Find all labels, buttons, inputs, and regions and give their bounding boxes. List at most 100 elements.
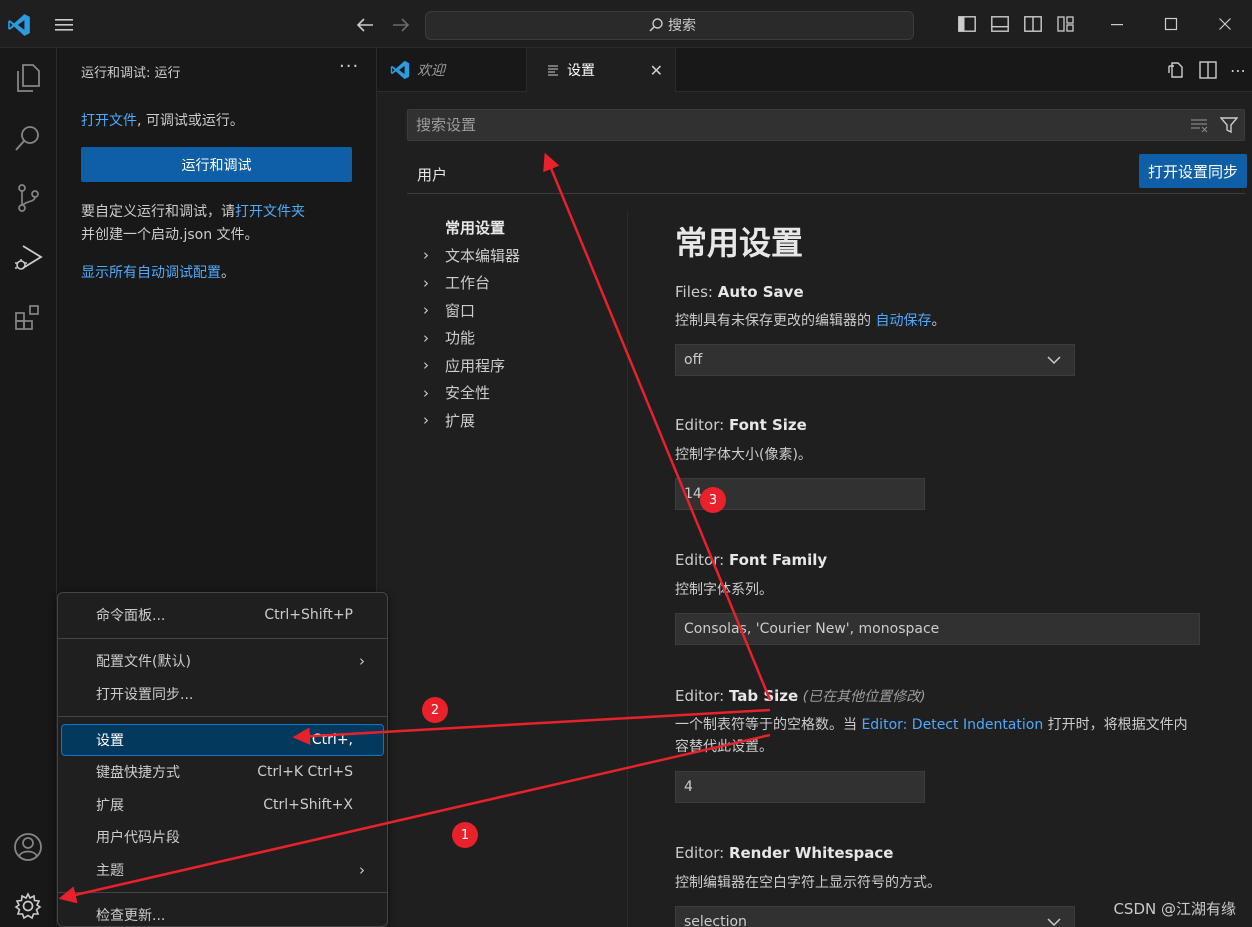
chevron-right-icon: › (423, 301, 429, 320)
step-badge-1: 1 (452, 822, 478, 848)
setting-label-render-whitespace: Editor: Render Whitespace (675, 844, 894, 862)
menu-item-command-palette[interactable]: 命令面板... Ctrl+Shift+P (62, 600, 383, 630)
chevron-right-icon: › (359, 652, 365, 670)
menu-item-user-snippets[interactable]: 用户代码片段 (62, 822, 383, 852)
run-and-debug-button[interactable]: 运行和调试 (81, 147, 352, 182)
toc-item[interactable]: › 扩展 (417, 407, 627, 435)
arrow-left-icon[interactable] (353, 12, 379, 38)
manage-context-menu: 命令面板... Ctrl+Shift+P 配置文件(默认) › 打开设置同步..… (57, 592, 388, 927)
extensions-icon[interactable] (8, 298, 48, 338)
maximize-icon[interactable] (1144, 0, 1198, 48)
menu-item-settings-sync[interactable]: 打开设置同步... (62, 679, 383, 709)
toggle-primary-sidebar-icon[interactable] (950, 0, 983, 48)
shortcut-label: Ctrl+Shift+P (264, 607, 353, 623)
auto-save-select[interactable]: off (675, 344, 1075, 376)
menu-item-extensions[interactable]: 扩展 Ctrl+Shift+X (62, 790, 383, 820)
filter-icon[interactable] (1220, 116, 1238, 134)
detect-indentation-link[interactable]: Editor: Detect Indentation (861, 717, 1043, 733)
tab-settings-label: 设置 (567, 63, 595, 79)
auto-save-link[interactable]: 自动保存 (875, 313, 931, 329)
customize-hint-line2: 并创建一个启动.json 文件。 (81, 227, 259, 243)
render-whitespace-select[interactable]: selection (675, 906, 1075, 927)
menu-separator (58, 716, 387, 717)
minimize-icon[interactable] (1090, 0, 1144, 48)
open-file-link[interactable]: 打开文件 (81, 113, 137, 129)
explorer-icon[interactable] (8, 58, 48, 98)
shortcut-label: Ctrl+, (311, 732, 353, 748)
title-bar-actions (950, 0, 1252, 48)
vscode-logo-icon (8, 14, 30, 36)
setting-desc-tab-size: 一个制表符等于的空格数。当 Editor: Detect Indentation… (675, 717, 1188, 755)
toc-item[interactable]: › 安全性 (417, 379, 627, 407)
tab-welcome[interactable]: 欢迎 (377, 48, 527, 92)
tab-size-input[interactable]: 4 (675, 771, 925, 803)
settings-toc: 常用设置 › 文本编辑器 › 工作台 › 窗口 › 功能 › 应用程序 › 安全性 › 扩展 (417, 214, 627, 434)
chevron-down-icon (1047, 918, 1061, 927)
accounts-icon[interactable] (8, 827, 48, 867)
menu-separator (58, 892, 387, 893)
toc-item-common[interactable]: 常用设置 (417, 214, 627, 242)
step-badge-3: 3 (700, 487, 726, 513)
chevron-right-icon: › (423, 411, 429, 430)
toc-item[interactable]: › 功能 (417, 324, 627, 352)
toc-item[interactable]: › 应用程序 (417, 352, 627, 380)
menu-item-keyboard-shortcuts[interactable]: 键盘快捷方式 Ctrl+K Ctrl+S (62, 757, 383, 787)
menu-separator (58, 638, 387, 639)
open-file-hint: 打开文件, 可调试或运行。 (81, 113, 244, 129)
more-actions-icon[interactable]: ⋯ (1230, 61, 1246, 80)
menu-item-profile[interactable]: 配置文件(默认) › (62, 646, 383, 676)
hamburger-menu-icon[interactable] (50, 12, 78, 38)
run-and-debug-icon[interactable] (8, 238, 48, 278)
menu-item-settings[interactable]: 设置 Ctrl+, (61, 724, 384, 756)
setting-desc-render-whitespace: 控制编辑器在空白字符上显示符号的方式。 (675, 875, 941, 891)
toggle-secondary-sidebar-icon[interactable] (1016, 0, 1049, 48)
menu-item-check-updates[interactable]: 检查更新... (62, 900, 383, 927)
modified-elsewhere-note: (已在其他位置修改) (798, 689, 926, 705)
menu-item-themes[interactable]: 主题 › (62, 855, 383, 885)
search-icon (649, 18, 663, 32)
arrow-right-icon[interactable] (387, 12, 413, 38)
editor-tabs: 欢迎 设置 ✕ ⋯ (377, 48, 1252, 92)
split-editor-icon[interactable] (1198, 60, 1218, 80)
toc-item[interactable]: › 工作台 (417, 269, 627, 297)
search-view-icon[interactable] (8, 118, 48, 158)
watermark: CSDN @江湖有缘 (1113, 900, 1236, 918)
setting-label-tab-size: Editor: Tab Size (已在其他位置修改) (675, 687, 926, 705)
setting-desc-font-family: 控制字体系列。 (675, 582, 773, 598)
sidebar-title: 运行和调试: 运行 (81, 66, 181, 81)
section-title: 常用设置 (675, 224, 804, 262)
toc-item[interactable]: › 文本编辑器 (417, 242, 627, 270)
clear-filter-icon[interactable] (1190, 116, 1210, 134)
command-center-text: 搜索 (668, 18, 696, 34)
tab-settings[interactable]: 设置 ✕ (527, 48, 676, 92)
more-actions-icon[interactable]: ··· (339, 56, 359, 77)
close-window-icon[interactable] (1198, 0, 1252, 48)
font-family-input[interactable]: Consolas, 'Courier New', monospace (675, 613, 1200, 645)
manage-gear-icon[interactable] (8, 886, 48, 926)
step-badge-2: 2 (422, 697, 448, 723)
vscode-logo-icon (390, 60, 410, 80)
setting-desc-auto-save: 控制具有未保存更改的编辑器的 自动保存。 (675, 313, 946, 329)
chevron-right-icon: › (359, 861, 365, 879)
open-settings-json-icon[interactable] (1166, 60, 1186, 80)
open-settings-sync-button[interactable]: 打开设置同步 (1139, 154, 1247, 188)
close-icon[interactable]: ✕ (650, 61, 663, 80)
show-auto-debug-link[interactable]: 显示所有自动调试配置 (81, 265, 221, 281)
toggle-panel-icon[interactable] (983, 0, 1016, 48)
settings-search-input[interactable] (408, 110, 1244, 140)
chevron-right-icon: › (423, 383, 429, 402)
activity-bar (0, 48, 57, 927)
chevron-right-icon: › (423, 328, 429, 347)
chevron-right-icon: › (423, 246, 429, 265)
source-control-icon[interactable] (8, 178, 48, 218)
toc-item[interactable]: › 窗口 (417, 297, 627, 325)
settings-search[interactable] (407, 109, 1245, 141)
tab-welcome-label: 欢迎 (417, 63, 445, 79)
tab-user-scope[interactable]: 用户 (407, 152, 459, 194)
setting-label-font-size: Editor: Font Size (675, 416, 807, 434)
customize-hint-line1: 要自定义运行和调试，请打开文件夹 (81, 204, 305, 220)
customize-layout-icon[interactable] (1049, 0, 1082, 48)
command-center-label[interactable]: 搜索 (648, 15, 696, 35)
settings-editor: 用户 打开设置同步 常用设置 ›文本编辑器 ›工作台 ›窗口 ›功能 ›应用程序… (377, 92, 1252, 927)
open-folder-link[interactable]: 打开文件夹 (235, 204, 305, 220)
